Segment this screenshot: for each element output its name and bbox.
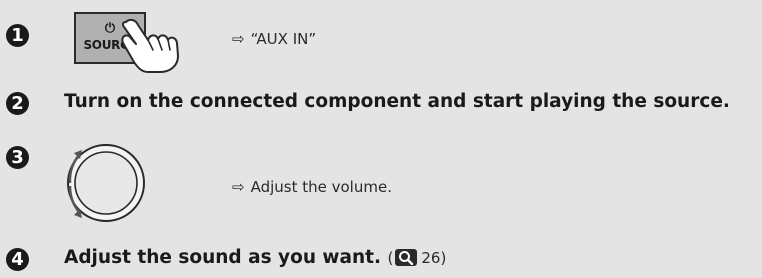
reference-open-paren: ( [387,249,394,267]
result-arrow-icon: ⇨ [232,178,245,196]
volume-knob[interactable] [56,136,150,230]
result-arrow-icon: ⇨ [232,30,245,48]
reference-close-paren: ) [440,249,447,267]
step-2-heading: Turn on the connected component and star… [64,91,730,112]
step-1-number: 1 [6,24,29,47]
step-3-result-text: Adjust the volume. [250,178,392,196]
reference-page-number: 26 [421,249,441,267]
step-3-number: 3 [6,146,29,169]
step-4-number: 4 [6,248,29,271]
step-1-result-text: “AUX IN” [250,30,317,48]
step-2-number: 2 [6,92,29,115]
step-3-result: ⇨ Adjust the volume. [232,178,392,196]
step-1-result: ⇨ “AUX IN” [232,30,316,48]
pointing-hand-icon [121,18,179,73]
page-reference[interactable]: (26) [387,249,447,267]
step-4-heading: Adjust the sound as you want. (26) [64,247,446,268]
step-4-heading-text: Adjust the sound as you want. [64,247,382,268]
magnifier-icon [395,249,418,266]
